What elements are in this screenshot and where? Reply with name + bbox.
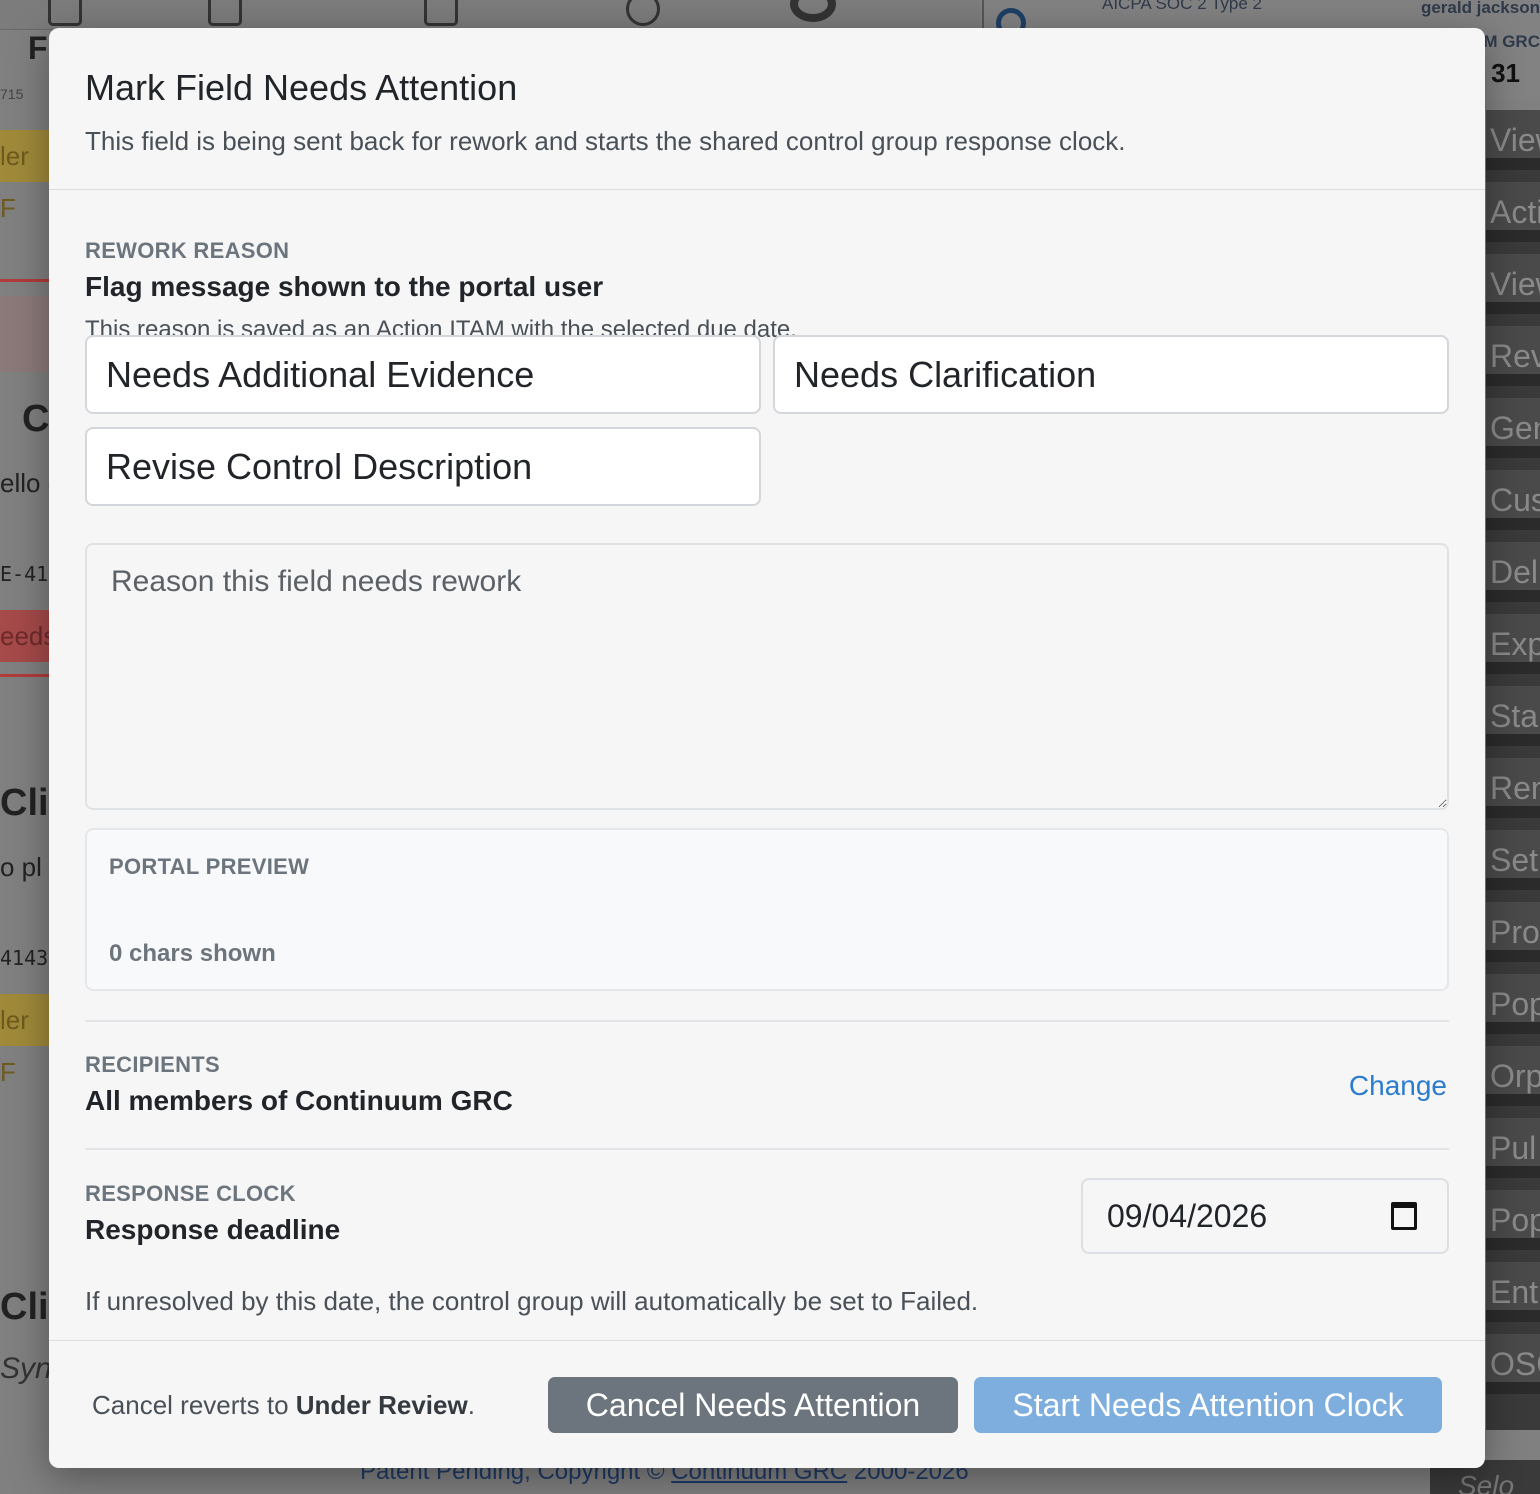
rework-reason-section: REWORK REASON Flag message shown to the … [85, 238, 1449, 344]
bg-sidebar-item: Pop [1486, 1190, 1540, 1250]
bg-fragment: ello g [0, 468, 50, 498]
response-clock-help: If unresolved by this date, the control … [85, 1286, 979, 1316]
bg-divider [0, 674, 50, 677]
modal-subtitle: This field is being sent back for rework… [85, 126, 1126, 156]
bg-sidebar-item: Pop [1486, 974, 1540, 1034]
bg-sidebar-item: Pul [1486, 1118, 1540, 1178]
calendar-icon[interactable] [1391, 1202, 1417, 1230]
rework-reason-heading: Flag message shown to the portal user [85, 271, 604, 302]
gear-icon [790, 0, 836, 22]
bg-fragment: C [22, 398, 50, 440]
preset-revise-control-description[interactable]: Revise Control Description [85, 427, 761, 506]
bg-sidebar-item: Del [1486, 542, 1540, 602]
bg-sidebar-item: Cus [1486, 470, 1540, 530]
counter: 31 [1491, 58, 1520, 88]
start-needs-attention-clock-button[interactable]: Start Needs Attention Clock [974, 1377, 1442, 1433]
bg-sidebar-item: Acti [1486, 182, 1540, 242]
bg-fragment: o pl [0, 852, 42, 882]
bg-fragment: F [28, 30, 48, 66]
note-text: . [467, 1390, 475, 1420]
org-name: M GRC [1483, 32, 1540, 51]
cancel-revert-note: Cancel reverts to Under Review. [92, 1390, 475, 1421]
bg-sidebar-item: Sta [1486, 686, 1540, 746]
certification-name: AICPA SOC 2 Type 2 [1102, 0, 1263, 13]
bg-sidebar-item: Pro [1486, 902, 1540, 962]
modal-title: Mark Field Needs Attention [85, 67, 518, 108]
bg-fragment: Cli [0, 1286, 49, 1328]
change-recipients-link[interactable]: Change [1349, 1070, 1447, 1102]
user-name: gerald jackson [1420, 0, 1540, 17]
cancel-needs-attention-button[interactable]: Cancel Needs Attention [548, 1377, 958, 1433]
bg-fragment: E-414 [0, 562, 50, 586]
bg-sidebar-item: Rev [1486, 326, 1540, 386]
recipients-label: RECIPIENTS [85, 1052, 221, 1077]
recipients-value: All members of Continuum GRC [85, 1085, 513, 1116]
recipients-section: RECIPIENTS All members of Continuum GRC … [85, 1052, 1449, 1118]
bg-fragment: 4143 [0, 946, 49, 970]
save-icon [208, 0, 242, 26]
bg-fragment: Cli [0, 782, 49, 824]
portal-preview-char-count: 0 chars shown [109, 940, 276, 967]
rework-reason-label: REWORK REASON [85, 238, 290, 263]
note-text: Cancel reverts to [92, 1390, 296, 1420]
needs-attention-modal: Mark Field Needs Attention This field is… [49, 28, 1485, 1468]
section-divider [85, 1148, 1449, 1150]
bg-sidebar-item: View [1486, 254, 1540, 314]
modal-footer: Cancel reverts to Under Review. Cancel N… [49, 1340, 1485, 1468]
bg-sidebar-item: OSC [1486, 1334, 1540, 1394]
bg-divider [0, 279, 50, 282]
response-deadline-date-input[interactable]: 09/04/2026 [1081, 1178, 1449, 1254]
date-value: 09/04/2026 [1107, 1198, 1268, 1234]
bg-sidebar-item: View [1486, 110, 1540, 170]
bg-sidebar-item: Orp [1486, 1046, 1540, 1106]
bg-sidebar-item: Ent [1486, 1262, 1540, 1322]
bg-fragment: Syn [0, 1352, 50, 1385]
user-settings-icon [626, 0, 660, 26]
chart-icon [424, 0, 458, 26]
background-toolbar [0, 0, 980, 30]
note-status: Under Review [295, 1390, 468, 1420]
background-left-content: F 715 ler F C ello g E-414 eeds Cli o pl… [0, 0, 50, 1494]
bg-badge: ler F [0, 994, 50, 1087]
bg-sidebar-item: Set [1486, 830, 1540, 890]
bg-sidebar-item: Gen [1486, 398, 1540, 458]
bg-fragment: 715 [0, 86, 24, 102]
document-icon [48, 0, 82, 26]
preset-needs-additional-evidence[interactable]: Needs Additional Evidence [85, 335, 761, 414]
modal-header: Mark Field Needs Attention This field is… [49, 28, 1485, 190]
rework-reason-textarea[interactable] [85, 543, 1449, 810]
response-clock-section: RESPONSE CLOCK Response deadline 09/04/2… [85, 1178, 1449, 1315]
portal-preview: PORTAL PREVIEW 0 chars shown [85, 828, 1449, 991]
bg-sidebar-item: Ren [1486, 758, 1540, 818]
bg-row [0, 296, 50, 372]
background-sidebar: View Acti View Rev Gen Cus Del Exp Sta Ren Set Pro P… [1486, 110, 1540, 1430]
portal-preview-label: PORTAL PREVIEW [109, 854, 310, 879]
bg-sidebar-item: Exp [1486, 614, 1540, 674]
bg-badge: ler F [0, 130, 50, 223]
section-divider [85, 1020, 1449, 1022]
bg-badge: eeds [0, 610, 50, 662]
preset-needs-clarification[interactable]: Needs Clarification [773, 335, 1449, 414]
